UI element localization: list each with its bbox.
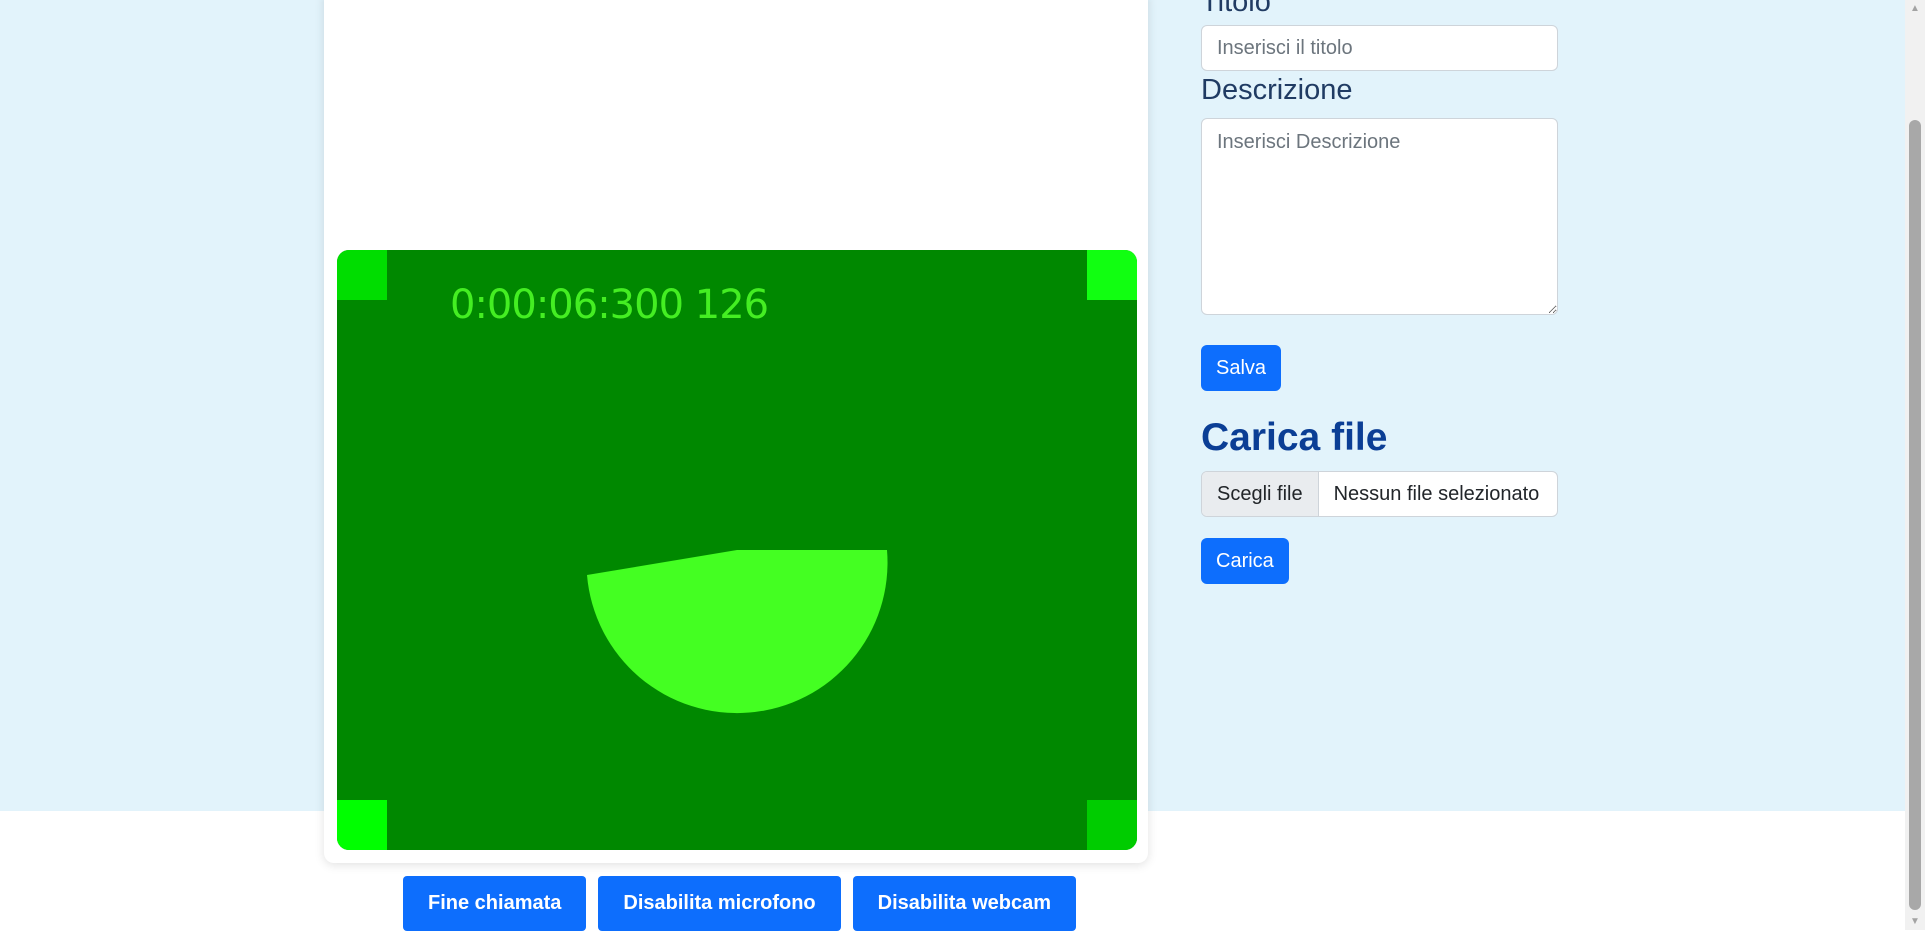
scroll-up-arrow-icon[interactable]: ▲	[1905, 0, 1925, 17]
scroll-down-arrow-icon[interactable]: ▼	[1905, 913, 1925, 930]
title-label: Titolo	[1201, 0, 1271, 18]
vertical-scrollbar[interactable]: ▲ ▼	[1905, 0, 1925, 930]
choose-file-button[interactable]: Scegli file	[1202, 472, 1319, 516]
disable-microphone-button[interactable]: Disabilita microfono	[598, 876, 841, 931]
file-input[interactable]: Scegli file Nessun file selezionato	[1201, 471, 1558, 517]
selected-file-name: Nessun file selezionato	[1333, 483, 1540, 505]
test-pattern-shape	[587, 550, 888, 714]
call-controls: Fine chiamata Disabilita microfono Disab…	[403, 876, 1077, 931]
description-textarea[interactable]	[1201, 118, 1558, 315]
title-input[interactable]	[1201, 25, 1558, 71]
scrollbar-thumb[interactable]	[1909, 120, 1921, 910]
video-stream: 0:00:06:300 126	[337, 250, 1137, 850]
upload-button[interactable]: Carica	[1201, 538, 1289, 584]
description-label: Descrizione	[1201, 74, 1353, 106]
save-button[interactable]: Salva	[1201, 345, 1282, 391]
disable-webcam-button[interactable]: Disabilita webcam	[852, 876, 1077, 931]
upload-heading: Carica file	[1201, 416, 1388, 459]
end-call-button[interactable]: Fine chiamata	[403, 876, 587, 931]
